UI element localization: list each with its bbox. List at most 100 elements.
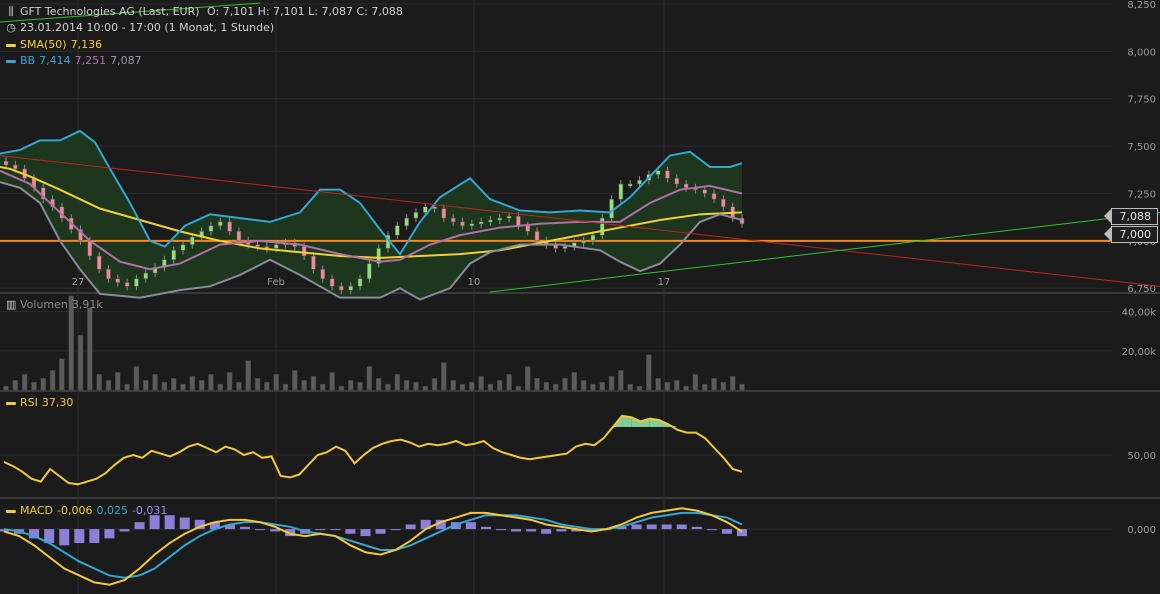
candle-body (516, 216, 520, 225)
x-tick-label: 27 (72, 277, 85, 288)
candle-body (582, 241, 586, 243)
candle-body (721, 199, 725, 207)
candle-body (106, 269, 110, 278)
candle-body (116, 279, 120, 283)
volume-bar (348, 380, 353, 390)
volume-bar (246, 361, 251, 390)
macd-histogram-bar (526, 529, 536, 531)
volume-bar (553, 384, 558, 390)
macd-histogram-bar (632, 524, 642, 529)
candle-body (339, 286, 343, 290)
macd-histogram-bar (481, 527, 491, 529)
macd-hist-value: -0,031 (132, 504, 167, 517)
volume-bar (218, 384, 223, 390)
bb-lower: 7,087 (110, 54, 142, 67)
volume-bar (684, 386, 689, 390)
volume-bar (469, 382, 474, 390)
volume-bar (339, 386, 344, 390)
volume-legend: ▥Volumen3,91k (6, 297, 107, 313)
macd-histogram-bar (511, 529, 521, 531)
macd-histogram-bar (647, 524, 657, 529)
macd-histogram-bar (180, 518, 190, 530)
volume-bar (367, 367, 372, 391)
price-tick-label: 8,250 (1127, 0, 1156, 11)
candle-body (228, 222, 232, 231)
volume-bar (106, 380, 111, 390)
macd-histogram-bar (330, 529, 340, 530)
rsi-label: RSI (20, 396, 38, 409)
x-tick-label: Feb (267, 277, 285, 288)
candle-body (423, 207, 427, 213)
bb-legend: BB7,4147,2517,087 (6, 53, 146, 69)
candle-body (274, 245, 278, 249)
candle-body (405, 218, 409, 226)
volume-bar (311, 376, 316, 390)
macd-histogram-bar (662, 524, 672, 529)
volume-bar (143, 380, 148, 390)
volume-bar (4, 386, 9, 390)
candle-body (97, 256, 101, 269)
candle-body (256, 245, 260, 247)
volume-bar (516, 386, 521, 390)
candle-body (414, 212, 418, 218)
instrument-title: GFT Technologies AG (Last, EUR) (20, 5, 200, 18)
macd-histogram-bar (541, 529, 551, 534)
rsi-legend: RSI37,30 (6, 395, 77, 411)
price-tick-label: 7,750 (1127, 95, 1156, 106)
candle-body (479, 222, 483, 224)
volume-bar (13, 380, 18, 390)
bb-swatch (6, 60, 16, 63)
volume-bar (507, 374, 512, 390)
volume-bar (544, 382, 549, 390)
volume-bar (358, 382, 363, 390)
candle-body (600, 218, 604, 235)
x-tick-label: 10 (468, 277, 481, 288)
candle-body (703, 190, 707, 194)
chart-canvas: 8,2508,0007,7507,5007,2507,0006,75027Feb… (0, 0, 1160, 594)
volume-bar (208, 374, 213, 390)
volume-bar (385, 384, 390, 390)
candle-body (330, 279, 334, 287)
macd-histogram-bar (556, 529, 566, 531)
volume-tick-label: 20,00k (1122, 347, 1157, 358)
volume-bar (413, 382, 418, 390)
volume-bar (674, 380, 679, 390)
macd-histogram-bar (496, 529, 506, 530)
candle-body (451, 218, 455, 222)
macd-histogram-bar (119, 529, 129, 531)
volume-bar (441, 363, 446, 390)
volume-bar (656, 378, 661, 390)
volume-value: 3,91k (72, 298, 103, 311)
candle-body (321, 269, 325, 278)
candle-body (712, 193, 716, 199)
volume-bar (134, 367, 139, 391)
macd-histogram-bar (135, 522, 145, 529)
volume-bar (87, 308, 92, 390)
candle-body (563, 247, 567, 249)
volume-bar (637, 386, 642, 390)
candle-body (190, 237, 194, 245)
volume-bar (292, 370, 297, 390)
macd-label: MACD (20, 504, 53, 517)
candle-body (526, 226, 530, 232)
candle-body (675, 178, 679, 184)
candle-body (237, 231, 241, 240)
rsi-swatch (6, 402, 16, 405)
volume-bar (423, 386, 428, 390)
candle-body (461, 222, 465, 226)
macd-tick-label: 0,000 (1127, 525, 1156, 536)
bb-upper: 7,414 (39, 54, 71, 67)
volume-tick-label: 40,00k (1122, 308, 1157, 319)
sma-swatch (6, 44, 16, 47)
macd-histogram-bar (722, 529, 732, 534)
date-range-text: 23.01.2014 10:00 - 17:00 (1 Monat, 1 Stu… (20, 21, 274, 34)
volume-bar (302, 380, 307, 390)
candle-body (610, 199, 614, 218)
volume-bar (236, 382, 241, 390)
macd-value: -0,006 (57, 504, 92, 517)
volume-bar (609, 376, 614, 390)
volume-bar (227, 372, 232, 390)
volume-bar (562, 378, 567, 390)
volume-bar (181, 384, 186, 390)
volume-bar (153, 374, 158, 390)
